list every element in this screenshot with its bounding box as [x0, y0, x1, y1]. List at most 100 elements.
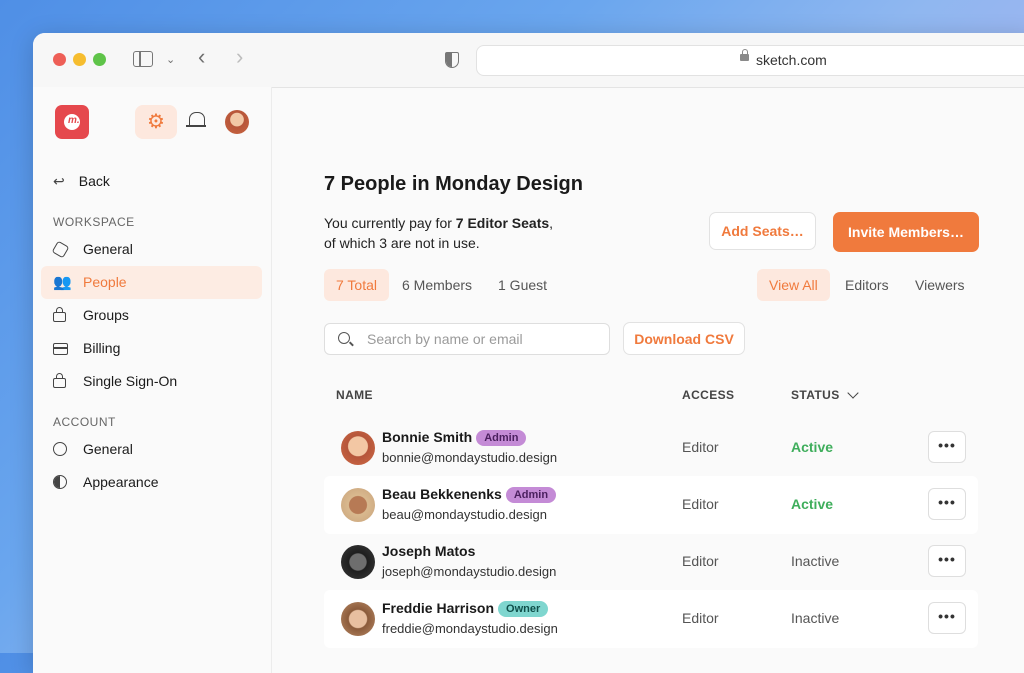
member-email: joseph@mondaystudio.design	[382, 564, 557, 579]
sidebar-item-sso[interactable]: Single Sign-On	[41, 365, 262, 398]
sidebar-item-appearance[interactable]: Appearance	[41, 466, 262, 499]
member-access[interactable]: Editor	[682, 439, 719, 455]
member-status: Inactive	[791, 610, 840, 626]
back-icon: ↩	[53, 173, 65, 189]
column-header-name[interactable]: NAME	[336, 388, 373, 402]
member-name-text: Beau Bekkenenks	[382, 486, 502, 502]
filter-view-all[interactable]: View All	[757, 269, 830, 301]
column-header-status[interactable]: STATUS	[791, 388, 840, 402]
filter-total[interactable]: 7 Total	[324, 269, 389, 301]
more-actions-button[interactable]: •••	[928, 602, 966, 634]
gear-icon: ⚙	[147, 111, 165, 133]
settings-button[interactable]: ⚙	[135, 105, 177, 139]
invite-members-button[interactable]: Invite Members…	[833, 212, 979, 252]
sidebar-item-label: Groups	[83, 307, 129, 323]
lock-icon	[740, 49, 749, 61]
seat-summary: You currently pay for 7 Editor Seats, of…	[324, 213, 553, 253]
sidebar-item-label: People	[83, 274, 127, 290]
table-row[interactable]: Bonnie Smith Admin bonnie@mondaystudio.de…	[324, 419, 978, 477]
table-row[interactable]: Freddie Harrison Owner freddie@mondaystud…	[324, 590, 978, 648]
user-avatar[interactable]	[225, 110, 249, 134]
close-window-button[interactable]	[53, 53, 66, 66]
chevron-down-icon[interactable]	[847, 387, 859, 399]
lock-icon	[53, 373, 66, 388]
table-row[interactable]: Beau Bekkenenks Admin beau@mondaystudio.d…	[324, 476, 978, 534]
lock-icon	[53, 307, 66, 322]
workspace-section-label: WORKSPACE	[53, 215, 135, 229]
half-circle-icon	[53, 475, 67, 489]
filter-guest[interactable]: 1 Guest	[486, 269, 559, 301]
avatar	[341, 488, 375, 522]
search-input[interactable]	[365, 330, 599, 348]
sidebar-toggle-icon[interactable]	[133, 51, 153, 67]
browser-toolbar: ⌄ ‹ › sketch.com	[33, 33, 1024, 88]
seat-summary-post: ,	[549, 215, 554, 231]
zoom-window-button[interactable]	[93, 53, 106, 66]
member-name: Joseph Matos	[382, 543, 475, 559]
download-csv-button[interactable]: Download CSV	[623, 322, 745, 355]
main-content: 7 People in Monday Design You currently …	[272, 87, 1024, 673]
member-name-text: Bonnie Smith	[382, 429, 473, 445]
sidebar-item-account-general[interactable]: General	[41, 433, 262, 466]
member-access[interactable]: Editor	[682, 496, 719, 512]
member-access[interactable]: Editor	[682, 553, 719, 569]
sidebar-item-label: Billing	[83, 340, 121, 356]
avatar	[341, 602, 375, 636]
workspace-logo[interactable]: m.	[55, 105, 89, 139]
sidebar-item-label: Single Sign-On	[83, 373, 178, 389]
avatar	[341, 545, 375, 579]
member-access[interactable]: Editor	[682, 610, 719, 626]
role-badge: Admin	[505, 487, 557, 503]
member-status: Active	[791, 439, 834, 455]
sidebar-item-billing[interactable]: Billing	[41, 332, 262, 365]
back-arrow-icon[interactable]: ‹	[198, 46, 205, 68]
more-actions-button[interactable]: •••	[928, 545, 966, 577]
member-email: bonnie@mondaystudio.design	[382, 450, 558, 465]
forward-arrow-icon[interactable]: ›	[236, 46, 243, 68]
browser-window: ⌄ ‹ › sketch.com m. ⚙ ↩ Back WORKSPACE Ge…	[33, 33, 1024, 673]
back-label: Back	[78, 173, 110, 189]
filter-viewers[interactable]: Viewers	[903, 269, 977, 301]
seat-summary-pre: You currently pay for	[324, 215, 456, 231]
url-text: sketch.com	[756, 52, 827, 68]
shield-icon[interactable]	[445, 52, 459, 68]
filter-editors[interactable]: Editors	[833, 269, 901, 301]
member-name: Freddie Harrison Owner	[382, 600, 549, 617]
user-circle-icon	[53, 442, 67, 456]
chevron-down-icon[interactable]: ⌄	[166, 51, 175, 69]
member-status: Inactive	[791, 553, 840, 569]
page-title: 7 People in Monday Design	[324, 173, 583, 195]
table-row[interactable]: Joseph Matos joseph@mondaystudio.design …	[324, 533, 978, 591]
role-badge: Admin	[476, 430, 527, 446]
add-seats-button[interactable]: Add Seats…	[709, 212, 816, 250]
filter-members[interactable]: 6 Members	[390, 269, 484, 301]
sidebar-item-people[interactable]: 👥 People	[41, 266, 262, 299]
member-email: beau@mondaystudio.design	[382, 507, 547, 522]
seat-summary-bold: 7 Editor Seats	[455, 215, 550, 231]
column-header-access[interactable]: ACCESS	[682, 388, 734, 402]
sidebar-item-groups[interactable]: Groups	[41, 299, 262, 332]
search-icon	[338, 332, 350, 344]
member-name: Beau Bekkenenks Admin	[382, 486, 557, 503]
sidebar-item-label: General	[83, 441, 133, 457]
role-badge: Owner	[498, 601, 549, 617]
more-actions-button[interactable]: •••	[928, 431, 966, 463]
account-section-label: ACCOUNT	[53, 415, 116, 429]
member-name: Bonnie Smith Admin	[382, 429, 527, 446]
hexagon-icon	[51, 240, 70, 259]
member-email: freddie@mondaystudio.design	[382, 621, 558, 636]
more-actions-button[interactable]: •••	[928, 488, 966, 520]
address-bar[interactable]: sketch.com	[476, 45, 1024, 76]
card-icon	[53, 343, 68, 355]
logo-letter: m.	[68, 115, 80, 126]
bell-icon[interactable]	[186, 112, 206, 127]
people-icon: 👥	[53, 274, 72, 291]
sidebar: m. ⚙ ↩ Back WORKSPACE General 👥 People Gr…	[33, 87, 272, 673]
search-box[interactable]	[324, 323, 610, 355]
seat-summary-line2: of which 3 are not in use.	[324, 235, 480, 251]
member-status: Active	[791, 496, 834, 512]
back-link[interactable]: ↩ Back	[53, 173, 110, 190]
sidebar-item-general[interactable]: General	[41, 233, 262, 266]
avatar	[341, 431, 375, 465]
minimize-window-button[interactable]	[73, 53, 86, 66]
